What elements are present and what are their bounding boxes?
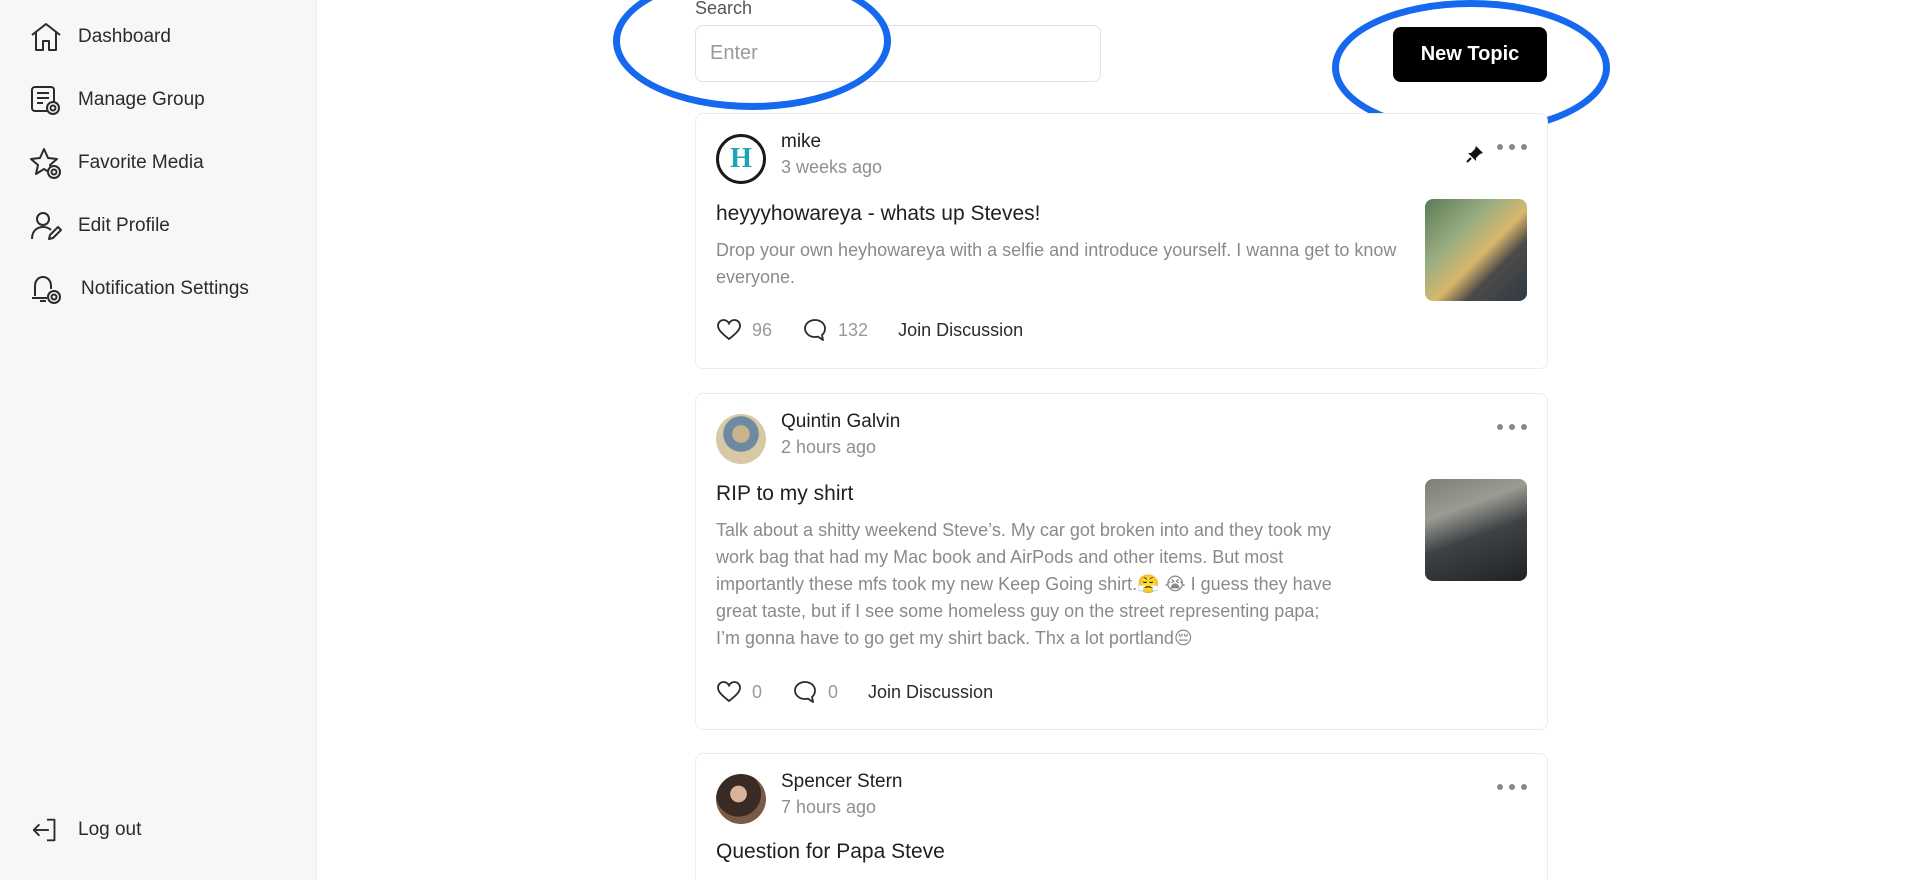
avatar-letter: H — [730, 143, 752, 174]
post-body-line: importantly these mfs took my new Keep G… — [716, 574, 1332, 594]
comment-count: 132 — [838, 319, 869, 340]
post-title[interactable]: heyyyhowareya - whats up Steves! — [716, 202, 1041, 226]
heart-icon — [717, 681, 741, 703]
new-topic-button[interactable]: New Topic — [1393, 27, 1547, 82]
avatar[interactable] — [716, 774, 766, 824]
like-count: 96 — [752, 319, 773, 340]
logout-button[interactable]: Log out — [28, 812, 141, 848]
app-root: Dashboard Manage Group Favorite Media Ed… — [0, 0, 1920, 880]
logout-label: Log out — [78, 819, 142, 840]
post-image[interactable] — [1425, 479, 1527, 581]
post-time: 2 hours ago — [781, 437, 877, 457]
sidebar-item-dashboard[interactable]: Dashboard — [28, 17, 171, 57]
post-time: 3 weeks ago — [781, 157, 883, 177]
post-title[interactable]: RIP to my shirt — [716, 482, 853, 506]
sidebar-item-favorite-media[interactable]: Favorite Media — [28, 143, 204, 183]
post-author[interactable]: Spencer Stern — [781, 771, 902, 793]
sidebar-item-notification-settings[interactable]: Notification Settings — [28, 269, 249, 309]
like-button[interactable]: 96 — [716, 317, 772, 343]
comment-count: 0 — [828, 681, 839, 702]
join-discussion-link[interactable]: Join Discussion — [898, 320, 1023, 341]
logout-icon — [28, 812, 64, 848]
comment-button[interactable]: 0 — [792, 679, 838, 705]
post-author[interactable]: Quintin Galvin — [781, 411, 900, 433]
post-body: Drop your own heyhowareya with a selfie … — [716, 240, 1397, 287]
post-body-line: work bag that had my Mac book and AirPod… — [716, 547, 1284, 567]
post-body-line: I’m gonna have to go get my shirt back. … — [716, 628, 1193, 648]
comment-icon — [804, 319, 826, 341]
sidebar-item-label: Manage Group — [78, 89, 205, 110]
more-options-icon[interactable] — [1497, 782, 1527, 792]
post-card[interactable]: Spencer Stern 7 hours ago Question for P… — [695, 753, 1548, 880]
sidebar-item-label: Dashboard — [78, 26, 171, 47]
like-count: 0 — [752, 681, 763, 702]
post-title[interactable]: Question for Papa Steve — [716, 840, 945, 864]
join-discussion-link[interactable]: Join Discussion — [868, 682, 993, 703]
post-author[interactable]: mike — [781, 131, 821, 153]
sidebar-item-label: Notification Settings — [81, 278, 249, 299]
more-options-icon[interactable] — [1497, 142, 1527, 152]
comment-button[interactable]: 132 — [802, 317, 868, 343]
sidebar: Dashboard Manage Group Favorite Media Ed… — [0, 0, 317, 880]
post-body-line: Talk about a shitty weekend Steve’s. My … — [716, 520, 1331, 540]
home-icon — [28, 19, 64, 55]
star-settings-icon — [28, 145, 64, 181]
heart-icon — [717, 319, 741, 341]
post-time: 7 hours ago — [781, 797, 877, 817]
sidebar-item-edit-profile[interactable]: Edit Profile — [28, 206, 170, 246]
post-body-line: great taste, but if I see some homeless … — [716, 601, 1320, 621]
sidebar-item-label: Edit Profile — [78, 215, 170, 236]
post-stats: 0 0 Join Discussion — [716, 679, 993, 705]
post-stats: 96 132 Join Discussion — [716, 317, 1023, 343]
bell-settings-icon — [28, 271, 64, 307]
sidebar-item-manage-group[interactable]: Manage Group — [28, 80, 205, 120]
comment-icon — [794, 681, 816, 703]
more-options-icon[interactable] — [1497, 422, 1527, 432]
sidebar-item-label: Favorite Media — [78, 152, 204, 173]
manage-group-icon — [28, 82, 64, 118]
user-edit-icon — [28, 208, 64, 244]
like-button[interactable]: 0 — [716, 679, 762, 705]
search-label: Search — [695, 0, 753, 18]
search-input[interactable] — [695, 25, 1101, 82]
pin-icon — [1465, 144, 1485, 164]
avatar[interactable] — [716, 414, 766, 464]
post-card[interactable]: H mike 3 weeks ago heyyyhowareya - whats… — [695, 113, 1548, 369]
post-image[interactable] — [1425, 199, 1527, 301]
post-card[interactable]: Quintin Galvin 2 hours ago RIP to my shi… — [695, 393, 1548, 730]
post-body: Talk about a shitty weekend Steve’s. My … — [716, 517, 1406, 652]
avatar[interactable]: H — [716, 134, 766, 184]
